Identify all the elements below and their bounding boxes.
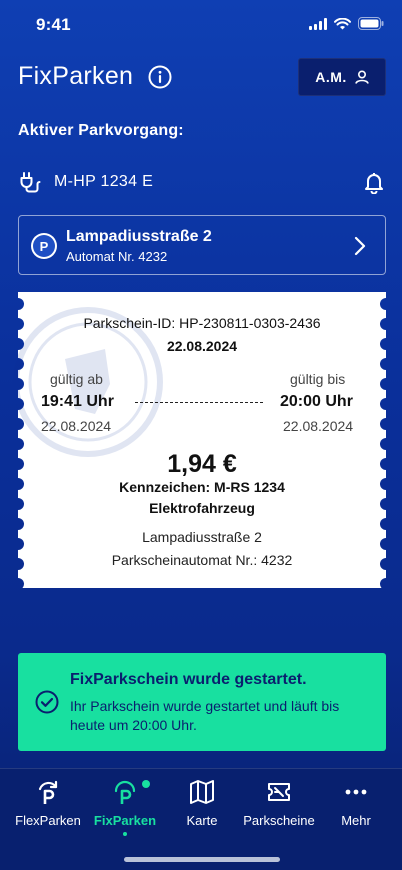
nav-item-flexparken[interactable]: FlexParken — [8, 779, 88, 839]
home-indicator — [124, 857, 280, 862]
status-time: 9:41 — [36, 15, 71, 34]
fixparken-icon — [114, 780, 136, 804]
valid-to-time: 20:00 Uhr — [280, 393, 353, 410]
chevron-right-icon — [354, 236, 366, 256]
vehicle-plate: M-HP 1234 E — [54, 173, 154, 190]
nav-item-mehr[interactable]: Mehr — [316, 779, 396, 839]
ticket-icon — [268, 783, 290, 801]
flexparken-icon — [38, 780, 58, 804]
ticket-price: 1,94 € — [167, 450, 237, 478]
ticket-id: Parkschein-ID: HP-230811-0303-2436 — [83, 315, 321, 331]
location-automat: Automat Nr. 4232 — [66, 249, 168, 264]
check-circle-icon — [35, 690, 59, 714]
nav-label-mehr: Mehr — [341, 813, 371, 828]
valid-from-label: gültig ab — [50, 371, 103, 387]
parking-badge-icon: P — [31, 233, 57, 259]
valid-from-date: 22.08.2024 — [41, 418, 112, 434]
signal-icon — [309, 17, 327, 30]
bottom-navigation: FlexParken FixParken Karte Parkscheine M… — [0, 768, 402, 870]
map-icon — [190, 780, 214, 804]
success-message: Ihr Parkschein wurde gestartet und läuft… — [70, 698, 340, 733]
ticket-plate: Kennzeichen: M-RS 1234 — [119, 479, 285, 495]
user-initials: A.M. — [315, 69, 347, 85]
location-name: Lampadiusstraße 2 — [66, 228, 212, 245]
parking-badge-label: P — [33, 235, 55, 257]
header: FixParken A.M. — [18, 58, 386, 96]
nav-label-flexparken: FlexParken — [15, 813, 81, 828]
info-icon[interactable] — [148, 65, 172, 89]
more-icon — [345, 789, 367, 795]
user-account-button[interactable]: A.M. — [298, 58, 386, 96]
nav-item-fixparken[interactable]: FixParken — [85, 779, 165, 839]
nav-item-karte[interactable]: Karte — [162, 779, 242, 839]
valid-to-date: 22.08.2024 — [283, 418, 354, 434]
active-session-dot — [142, 780, 150, 788]
nav-item-parkscheine[interactable]: Parkscheine — [239, 779, 319, 839]
wifi-icon — [334, 17, 351, 29]
vehicle-row: M-HP 1234 E — [18, 168, 386, 196]
active-tab-indicator — [123, 832, 127, 836]
status-icons — [309, 17, 384, 30]
battery-icon — [358, 17, 384, 30]
parking-ticket: Parkschein-ID: HP-230811-0303-2436 22.08… — [13, 292, 386, 588]
valid-from-time: 19:41 Uhr — [41, 393, 114, 410]
location-card[interactable]: P Lampadiusstraße 2 Automat Nr. 4232 — [18, 215, 386, 275]
valid-to-label: gültig bis — [290, 371, 346, 387]
app-title: FixParken — [18, 62, 134, 90]
ticket-automat: Parkscheinautomat Nr.: 4232 — [111, 552, 293, 568]
user-icon — [354, 70, 369, 84]
ticket-date: 22.08.2024 — [166, 338, 238, 354]
success-title: FixParkschein wurde gestartet. — [70, 671, 307, 688]
ticket-street: Lampadiusstraße 2 — [142, 529, 262, 545]
section-title: Aktiver Parkvorgang: — [18, 122, 184, 139]
bell-icon[interactable] — [362, 170, 386, 194]
ev-plug-icon — [20, 172, 41, 193]
ticket-vehicle-type: Elektrofahrzeug — [149, 500, 255, 516]
success-banner: FixParkschein wurde gestartet. Ihr Parks… — [18, 653, 386, 751]
nav-label-parkscheine: Parkscheine — [243, 813, 315, 828]
validity-divider — [135, 402, 263, 403]
status-bar: 9:41 — [0, 0, 402, 50]
nav-label-fixparken: FixParken — [93, 813, 157, 828]
nav-label-karte: Karte — [186, 813, 218, 828]
